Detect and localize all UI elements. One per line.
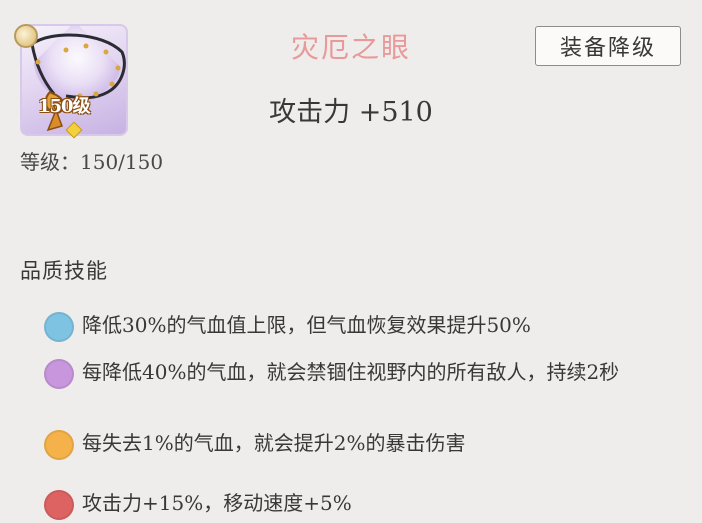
skill-item: 攻击力+15%，移动速度+5% xyxy=(44,490,642,520)
item-badge-icon xyxy=(14,24,38,48)
skill-dot-icon xyxy=(44,359,74,389)
quality-skills-title: 品质技能 xyxy=(20,259,108,283)
skill-text: 每降低40%的气血，就会禁锢住视野内的所有敌人，持续2秒 xyxy=(82,360,620,384)
skill-dot-icon xyxy=(44,312,74,342)
item-level-tag: 150级 xyxy=(38,96,91,117)
equipment-detail-panel: 150级 灾厄之眼 攻击力 +510 装备降级 等级：150/150 品质技能 … xyxy=(0,0,702,523)
downgrade-button[interactable]: 装备降级 xyxy=(535,26,681,66)
skill-text: 降低30%的气血值上限，但气血恢复效果提升50% xyxy=(82,313,531,337)
skill-item: 每降低40%的气血，就会禁锢住视野内的所有敌人，持续2秒 xyxy=(44,359,642,389)
skill-item: 每失去1%的气血，就会提升2%的暴击伤害 xyxy=(44,430,642,460)
skill-text: 攻击力+15%，移动速度+5% xyxy=(82,491,352,515)
skill-dot-icon xyxy=(44,490,74,520)
skill-item: 降低30%的气血值上限，但气血恢复效果提升50% xyxy=(44,312,642,342)
item-main-stat: 攻击力 +510 xyxy=(269,97,433,128)
item-level-progress: 等级：150/150 xyxy=(20,150,164,174)
skill-text: 每失去1%的气血，就会提升2%的暴击伤害 xyxy=(82,431,466,455)
skill-dot-icon xyxy=(44,430,74,460)
